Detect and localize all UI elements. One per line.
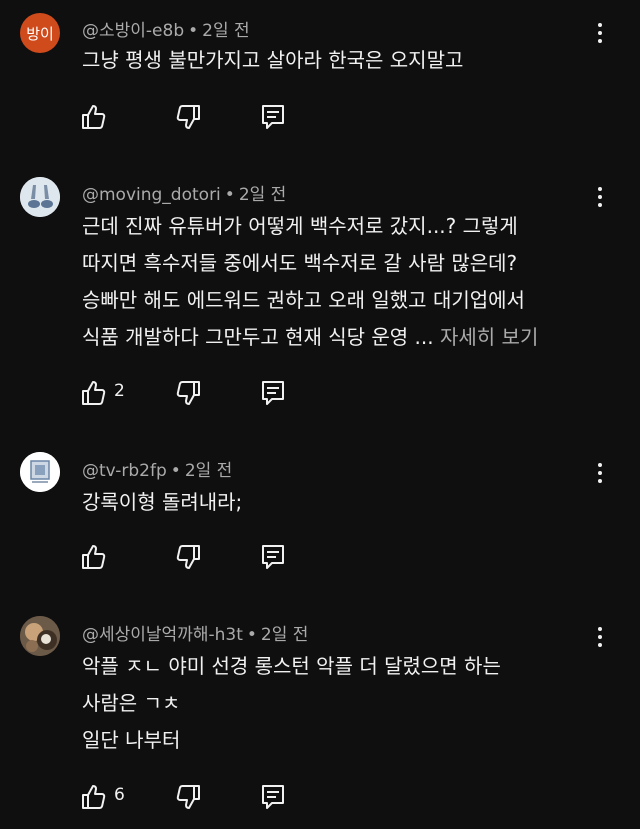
- comment-line: 사람은 ㄱㅊ: [82, 691, 181, 715]
- thumbs-up-icon: [82, 381, 106, 405]
- comment-text: 근데 진짜 유튜버가 어떻게 백수저로 갔지...? 그렇게 따지면 흑수저들 …: [82, 208, 538, 356]
- comment-time[interactable]: 2일 전: [202, 21, 250, 41]
- separator: •: [170, 461, 181, 481]
- avatar[interactable]: [20, 177, 60, 217]
- avatar[interactable]: [20, 452, 60, 492]
- comment-time[interactable]: 2일 전: [239, 185, 287, 205]
- avatar[interactable]: 방이: [20, 13, 60, 53]
- comment-text: 그냥 평생 불만가지고 살아라 한국은 오지말고: [82, 42, 463, 79]
- comment-line: 그냥 평생 불만가지고 살아라 한국은 오지말고: [82, 48, 464, 72]
- thumbs-up-icon: [82, 105, 106, 129]
- separator: •: [224, 185, 235, 205]
- like-button[interactable]: [78, 378, 108, 408]
- comment-author[interactable]: @세상이날억까해-h3t: [82, 625, 243, 645]
- avatar[interactable]: [20, 616, 60, 656]
- like-count: 6: [114, 785, 125, 805]
- more-vert-icon[interactable]: [588, 622, 612, 652]
- read-more-link[interactable]: 자세히 보기: [440, 325, 538, 349]
- like-count: 2: [114, 381, 125, 401]
- separator: •: [188, 21, 199, 41]
- more-vert-icon[interactable]: [588, 18, 612, 48]
- comment-author[interactable]: @소방이-e8b: [82, 21, 184, 41]
- comment-line: 승빠만 해도 에드워드 권하고 오래 일했고 대기업에서: [82, 288, 525, 312]
- reply-icon: [262, 105, 284, 129]
- comment-line: 따지면 흑수저들 중에서도 백수저로 갈 사람 많은데?: [82, 251, 518, 275]
- comment-author[interactable]: @moving_dotori: [82, 185, 221, 205]
- avatar-image: [20, 177, 60, 217]
- avatar-initials: 방이: [26, 24, 54, 43]
- thumbs-down-icon: [176, 381, 200, 405]
- comment-text: 강록이형 돌려내라;: [82, 484, 242, 521]
- dislike-button[interactable]: [174, 782, 204, 812]
- avatar-image: [20, 452, 60, 492]
- comment-line: 악플 ㅈㄴ 야미 선경 롱스턴 악플 더 달렸으면 하는: [82, 654, 501, 678]
- reply-button[interactable]: [258, 378, 288, 408]
- reply-icon: [262, 545, 284, 569]
- comment-line: 식품 개발하다 그만두고 현재 식당 운영 ...: [82, 325, 434, 349]
- comment-time[interactable]: 2일 전: [185, 461, 233, 481]
- dislike-button[interactable]: [174, 542, 204, 572]
- reply-icon: [262, 381, 284, 405]
- reply-button[interactable]: [258, 782, 288, 812]
- thumbs-down-icon: [176, 785, 200, 809]
- more-vert-icon[interactable]: [588, 458, 612, 488]
- reply-icon: [262, 785, 284, 809]
- comment-author[interactable]: @tv-rb2fp: [82, 461, 167, 481]
- comment-time[interactable]: 2일 전: [261, 625, 309, 645]
- comment-line: 강록이형 돌려내라;: [82, 490, 243, 514]
- like-button[interactable]: [78, 782, 108, 812]
- like-button[interactable]: [78, 542, 108, 572]
- thumbs-down-icon: [176, 105, 200, 129]
- thumbs-down-icon: [176, 545, 200, 569]
- avatar-image: [20, 616, 60, 656]
- thumbs-up-icon: [82, 785, 106, 809]
- comment-line: 일단 나부터: [82, 728, 181, 752]
- comment-line: 근데 진짜 유튜버가 어떻게 백수저로 갔지...? 그렇게: [82, 214, 518, 238]
- more-vert-icon[interactable]: [588, 182, 612, 212]
- comment-text: 악플 ㅈㄴ 야미 선경 롱스턴 악플 더 달렸으면 하는 사람은 ㄱㅊ 일단 나…: [82, 648, 501, 759]
- separator: •: [246, 625, 257, 645]
- reply-button[interactable]: [258, 102, 288, 132]
- thumbs-up-icon: [82, 545, 106, 569]
- reply-button[interactable]: [258, 542, 288, 572]
- like-button[interactable]: [78, 102, 108, 132]
- dislike-button[interactable]: [174, 378, 204, 408]
- dislike-button[interactable]: [174, 102, 204, 132]
